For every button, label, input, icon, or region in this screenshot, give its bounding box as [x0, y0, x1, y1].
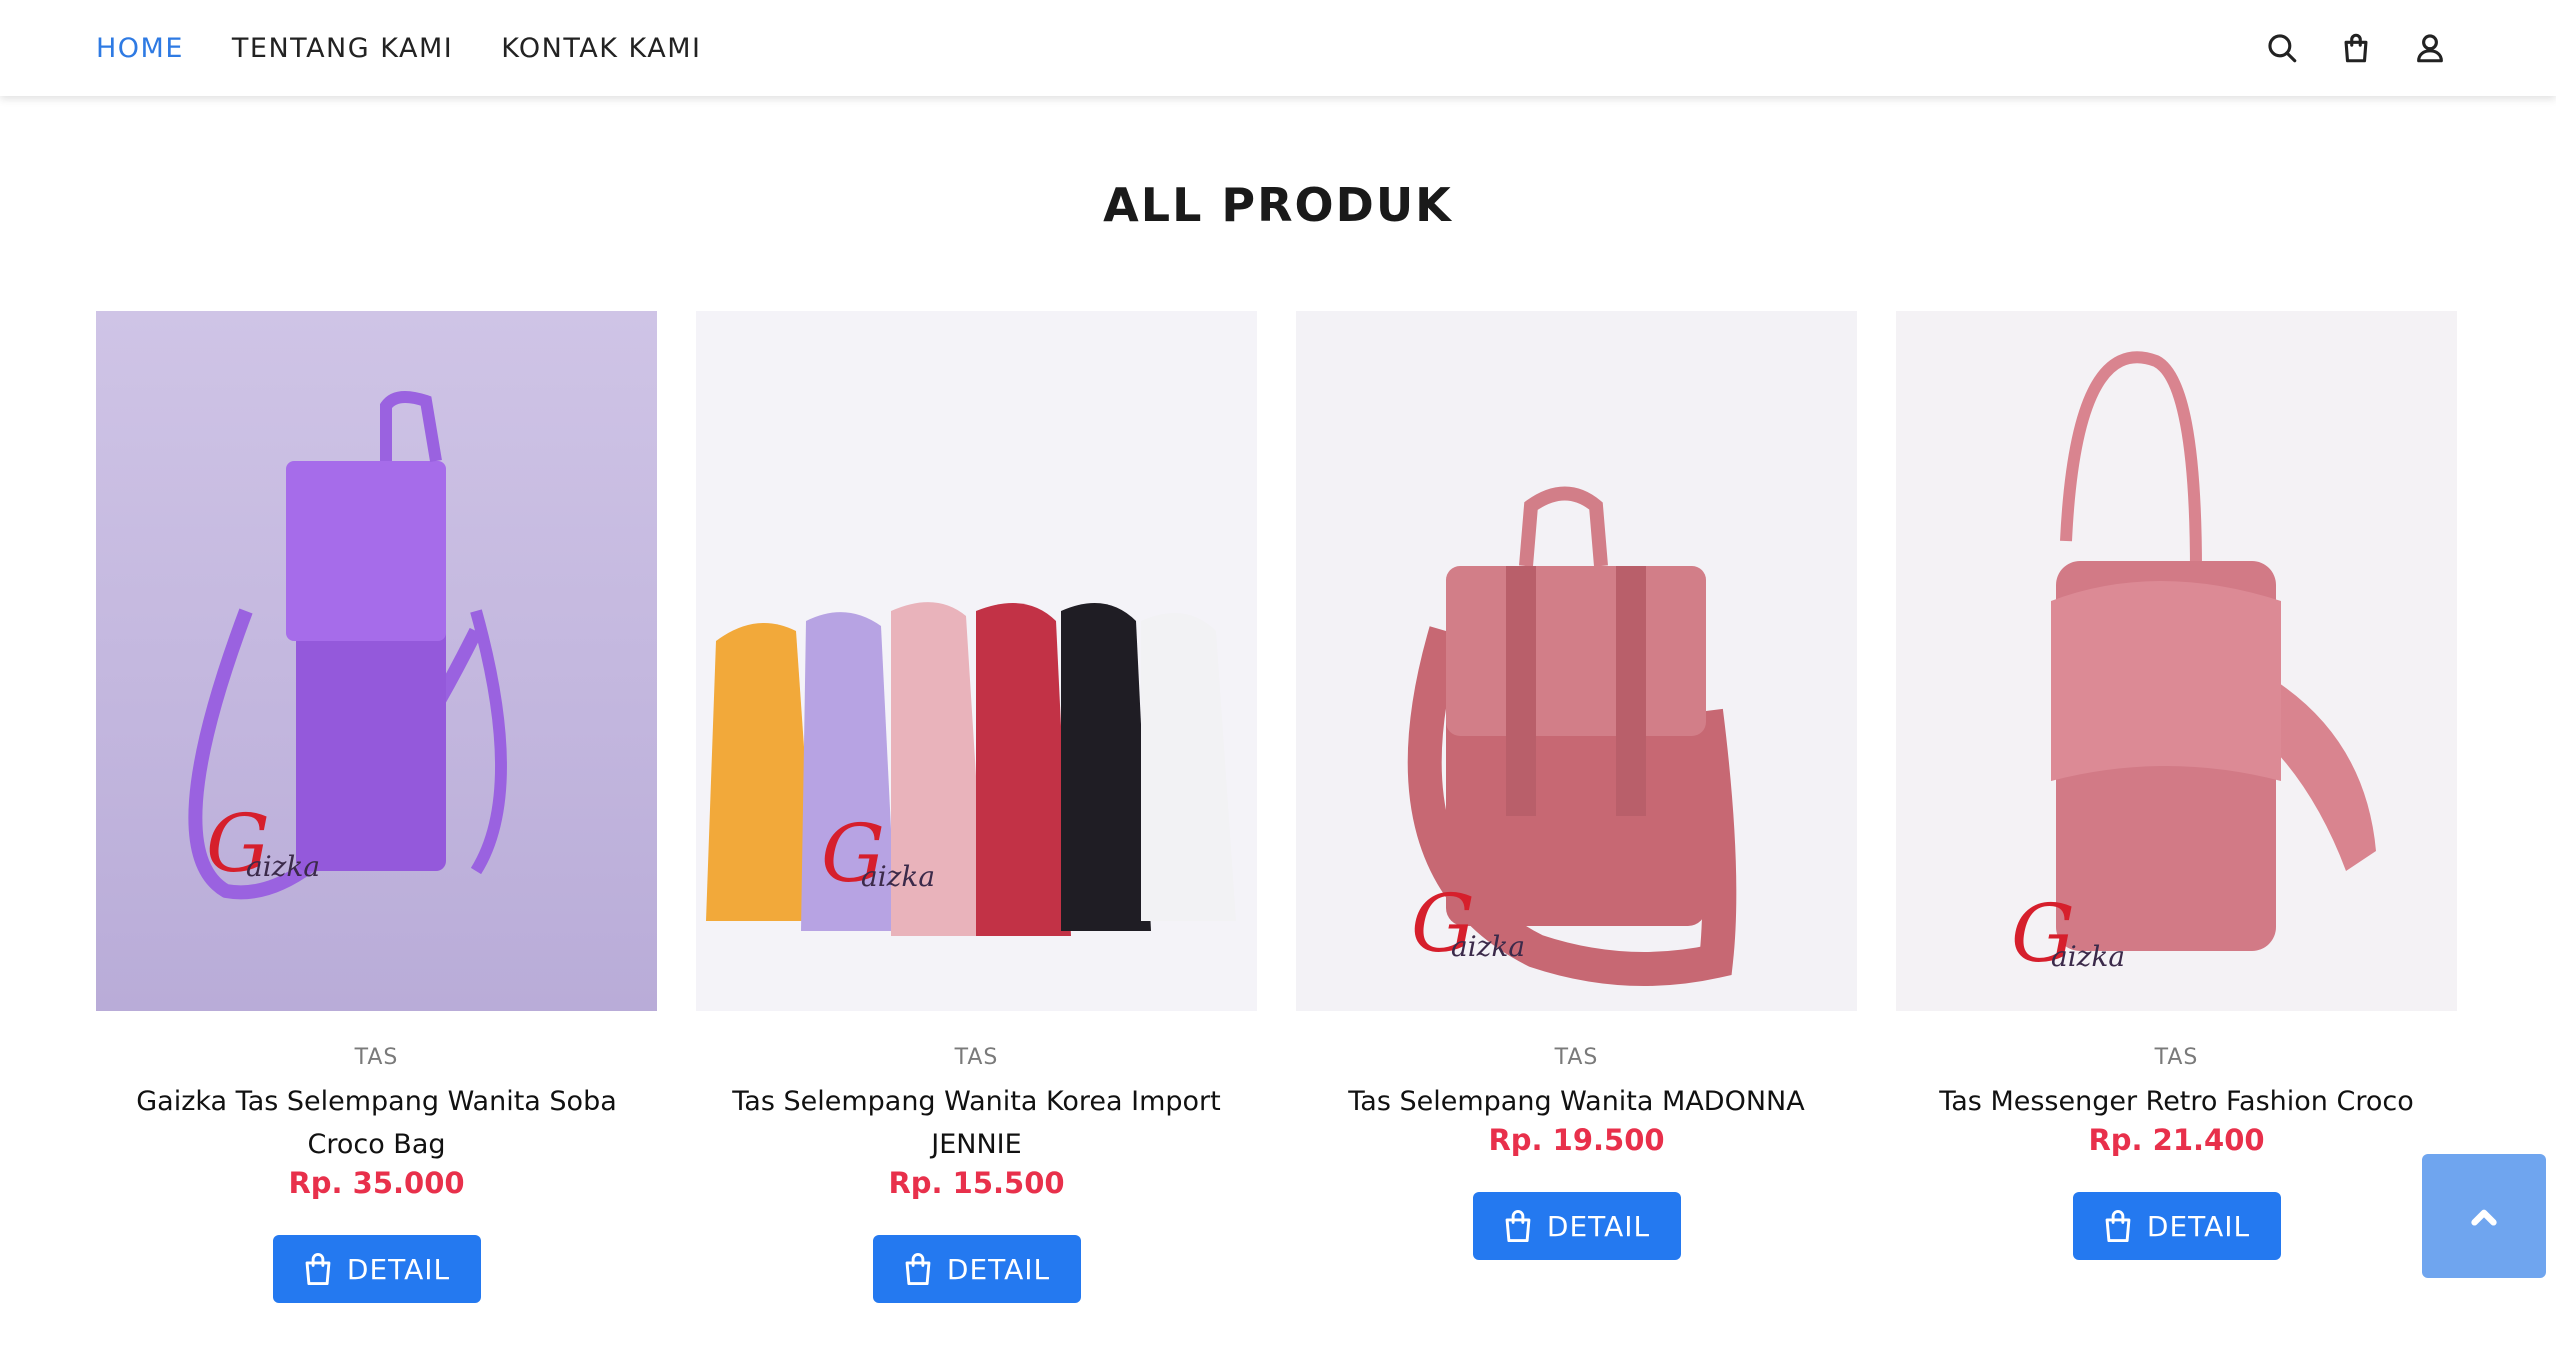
watermark-text: aizka [246, 850, 320, 883]
section-title: ALL PRODUK [1103, 178, 1453, 232]
product-photo-pink-bag: G aizka [1296, 311, 1857, 1011]
top-navbar: HOME TENTANG KAMI KONTAK KAMI [0, 0, 2556, 96]
product-category: TAS [2154, 1045, 2199, 1070]
product-card: G aizka TAS Tas Selempang Wanita Korea I… [696, 311, 1257, 1303]
product-image[interactable]: G aizka [1296, 311, 1857, 1011]
product-price: Rp. 15.500 [888, 1166, 1065, 1200]
watermark-text: aizka [1451, 930, 1525, 963]
product-price: Rp. 21.400 [2088, 1123, 2265, 1157]
product-name[interactable]: Tas Messenger Retro Fashion Croco [1907, 1080, 2447, 1123]
shopping-bag-icon[interactable] [2338, 30, 2374, 66]
product-image[interactable]: G aizka [96, 311, 657, 1011]
product-category: TAS [354, 1045, 399, 1070]
product-category: TAS [954, 1045, 999, 1070]
detail-button-label: DETAIL [346, 1252, 451, 1286]
product-image[interactable]: G aizka [696, 311, 1257, 1011]
nav-links: HOME TENTANG KAMI KONTAK KAMI [96, 0, 702, 96]
shopping-bag-icon [1505, 1210, 1531, 1243]
watermark-text: aizka [861, 860, 935, 893]
detail-button[interactable]: DETAIL [2072, 1192, 2281, 1260]
detail-button-label: DETAIL [1546, 1209, 1651, 1243]
product-photo-rose-bag: G aizka [1896, 311, 2457, 1011]
product-name[interactable]: Gaizka Tas Selempang Wanita Soba Croco B… [107, 1080, 647, 1166]
product-name[interactable]: Tas Selempang Wanita Korea Import JENNIE [707, 1080, 1247, 1166]
detail-button-label: DETAIL [2146, 1209, 2251, 1243]
search-icon[interactable] [2264, 30, 2300, 66]
product-card: G aizka TAS Tas Messenger Retro Fashion … [1896, 311, 2457, 1303]
nav-link-home[interactable]: HOME [96, 33, 184, 64]
detail-button[interactable]: DETAIL [1472, 1192, 1681, 1260]
detail-button[interactable]: DETAIL [872, 1235, 1081, 1303]
shopping-bag-icon [305, 1253, 331, 1286]
scroll-to-top-button[interactable] [2422, 1154, 2546, 1278]
product-card: G aizka TAS Gaizka Tas Selempang Wanita … [96, 311, 657, 1303]
product-card: G aizka TAS Tas Selempang Wanita MADONNA… [1296, 311, 1857, 1303]
detail-button[interactable]: DETAIL [272, 1235, 481, 1303]
product-price: Rp. 19.500 [1488, 1123, 1665, 1157]
product-image[interactable]: G aizka [1896, 311, 2457, 1011]
shopping-bag-icon [905, 1253, 931, 1286]
nav-link-tentang-kami[interactable]: TENTANG KAMI [232, 33, 453, 64]
nav-icons [2264, 0, 2448, 96]
product-photo-multicolor-bags: G aizka [696, 311, 1257, 1011]
product-name[interactable]: Tas Selempang Wanita MADONNA [1307, 1080, 1847, 1123]
detail-button-label: DETAIL [946, 1252, 1051, 1286]
product-photo-purple-bag: G aizka [96, 311, 657, 1011]
product-grid: G aizka TAS Gaizka Tas Selempang Wanita … [96, 311, 2457, 1303]
watermark-text: aizka [2051, 940, 2125, 973]
chevron-up-icon [2471, 1209, 2497, 1226]
product-category: TAS [1554, 1045, 1599, 1070]
user-icon[interactable] [2412, 30, 2448, 66]
shopping-bag-icon [2105, 1210, 2131, 1243]
nav-link-kontak-kami[interactable]: KONTAK KAMI [501, 33, 701, 64]
product-price: Rp. 35.000 [288, 1166, 465, 1200]
